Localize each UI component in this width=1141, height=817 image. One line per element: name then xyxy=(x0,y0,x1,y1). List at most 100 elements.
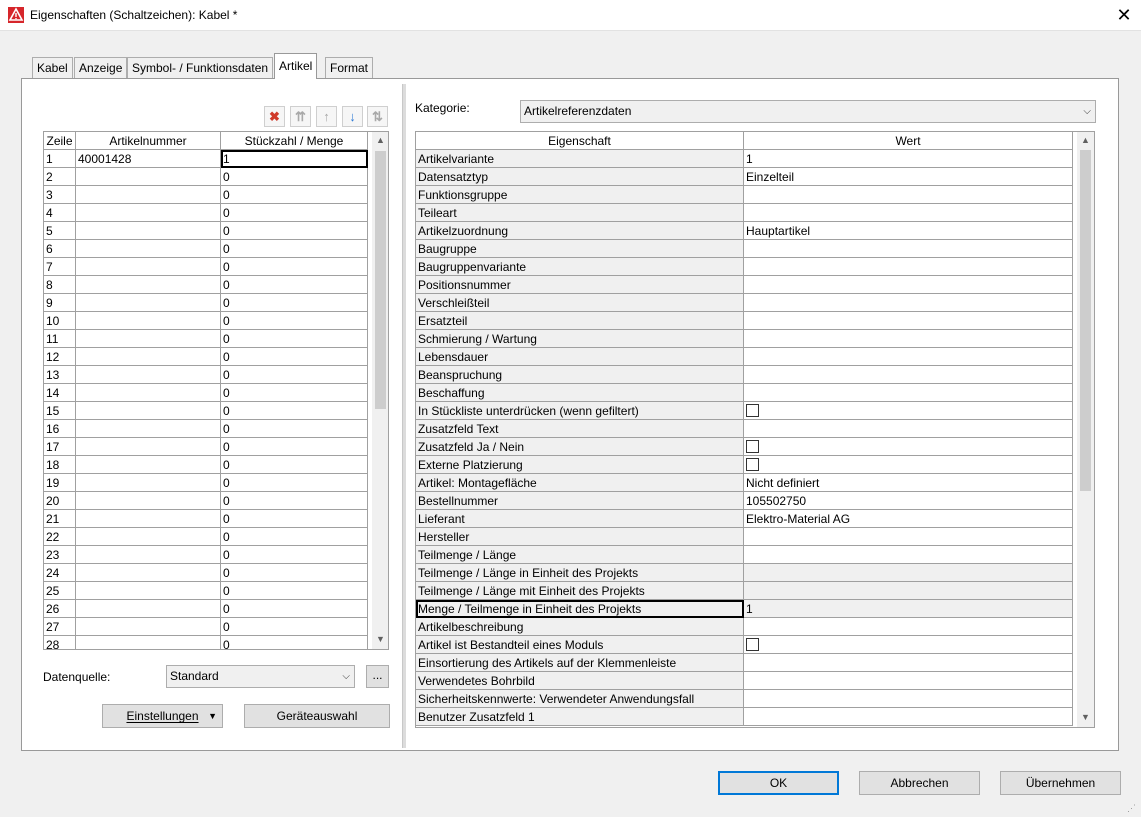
tab-anzeige[interactable]: Anzeige xyxy=(74,57,128,78)
apply-button[interactable]: Übernehmen xyxy=(1000,771,1121,795)
move-down-icon[interactable]: ↓ xyxy=(342,106,363,127)
article-number-cell[interactable] xyxy=(75,617,221,636)
property-row[interactable]: Verwendetes Bohrbild xyxy=(416,671,1073,690)
quantity-cell[interactable]: 0 xyxy=(220,527,368,546)
swap-rows-icon[interactable]: ⇅ xyxy=(367,106,388,127)
property-grid-scrollbar[interactable]: ▲ ▼ xyxy=(1077,132,1094,727)
quantity-cell[interactable]: 0 xyxy=(220,581,368,600)
property-value-cell[interactable] xyxy=(743,563,1073,582)
table-row[interactable]: 70 xyxy=(44,257,368,276)
table-row[interactable]: 21 0 xyxy=(44,509,368,528)
checkbox[interactable] xyxy=(746,404,759,418)
property-value-cell[interactable] xyxy=(743,311,1073,330)
scrollbar-thumb[interactable] xyxy=(1080,150,1091,491)
column-header-eigenschaft[interactable]: Eigenschaft xyxy=(416,132,744,150)
property-value-cell[interactable] xyxy=(743,275,1073,294)
property-row[interactable]: Teileart xyxy=(416,203,1073,222)
table-row[interactable]: 11 0 xyxy=(44,329,368,348)
column-header-artikelnummer[interactable]: Artikelnummer xyxy=(75,132,221,150)
property-row[interactable]: Artikel ist Bestandteil eines Moduls xyxy=(416,635,1073,654)
quantity-cell[interactable]: 0 xyxy=(220,419,368,438)
scroll-down-icon[interactable]: ▼ xyxy=(372,631,388,648)
article-number-cell[interactable] xyxy=(75,311,221,330)
property-row[interactable]: Benutzer Zusatzfeld 1 xyxy=(416,707,1073,726)
table-row[interactable]: 15 0 xyxy=(44,401,368,420)
device-selection-button[interactable]: Geräteauswahl xyxy=(244,704,390,728)
property-row[interactable]: Datensatztyp Einzelteil xyxy=(416,167,1073,186)
property-row[interactable]: Lebensdauer xyxy=(416,347,1073,366)
table-row[interactable]: 19 0 xyxy=(44,473,368,492)
property-row[interactable]: Beanspruchung xyxy=(416,365,1073,384)
datasource-select[interactable]: Standard ⌵ xyxy=(166,665,355,688)
property-row[interactable]: Hersteller xyxy=(416,527,1073,546)
quantity-cell[interactable]: 0 xyxy=(220,203,368,222)
checkbox[interactable] xyxy=(746,440,759,454)
datasource-browse-button[interactable]: ... xyxy=(366,665,389,688)
article-number-cell[interactable] xyxy=(75,437,221,456)
quantity-cell[interactable]: 0 xyxy=(220,545,368,564)
property-value-cell[interactable]: 1 xyxy=(743,599,1073,618)
tab-artikel[interactable]: Artikel xyxy=(274,53,318,79)
table-row[interactable]: 27 0 xyxy=(44,617,368,636)
property-value-cell[interactable] xyxy=(743,527,1073,546)
property-value-cell[interactable] xyxy=(743,455,1073,474)
quantity-cell[interactable]: 0 xyxy=(220,365,368,384)
quantity-cell[interactable]: 0 xyxy=(220,509,368,528)
checkbox[interactable] xyxy=(746,458,759,472)
property-row[interactable]: Teilmenge / Länge mit Einheit des Projek… xyxy=(416,581,1073,600)
scroll-up-icon[interactable]: ▲ xyxy=(372,132,388,149)
property-value-cell[interactable] xyxy=(743,293,1073,312)
table-row[interactable]: 13 0 xyxy=(44,365,368,384)
quantity-cell[interactable]: 0 xyxy=(220,563,368,582)
article-number-cell[interactable] xyxy=(75,491,221,510)
property-row[interactable]: Zusatzfeld Ja / Nein xyxy=(416,437,1073,456)
property-row[interactable]: Beschaffung xyxy=(416,383,1073,402)
property-value-cell[interactable] xyxy=(743,419,1073,438)
article-number-cell[interactable] xyxy=(75,599,221,618)
article-number-cell[interactable] xyxy=(75,365,221,384)
table-row[interactable]: 23 0 xyxy=(44,545,368,564)
article-number-cell[interactable] xyxy=(75,347,221,366)
quantity-cell[interactable]: 0 xyxy=(220,275,368,294)
article-number-cell[interactable] xyxy=(75,509,221,528)
table-row[interactable]: 90 xyxy=(44,293,368,312)
property-value-cell[interactable]: Nicht definiert xyxy=(743,473,1073,492)
article-number-cell[interactable] xyxy=(75,527,221,546)
quantity-cell[interactable]: 0 xyxy=(220,293,368,312)
tab-format[interactable]: Format xyxy=(325,57,374,78)
article-number-cell[interactable] xyxy=(75,563,221,582)
property-value-cell[interactable]: Hauptartikel xyxy=(743,221,1073,240)
property-value-cell[interactable] xyxy=(743,203,1073,222)
property-value-cell[interactable] xyxy=(743,365,1073,384)
quantity-cell[interactable]: 0 xyxy=(220,617,368,636)
article-number-cell[interactable] xyxy=(75,581,221,600)
property-value-cell[interactable] xyxy=(743,545,1073,564)
property-value-cell[interactable] xyxy=(743,401,1073,420)
quantity-cell[interactable]: 0 xyxy=(220,455,368,474)
article-number-cell[interactable] xyxy=(75,239,221,258)
property-value-cell[interactable] xyxy=(743,707,1073,726)
article-number-cell[interactable] xyxy=(75,257,221,276)
quantity-cell[interactable]: 0 xyxy=(220,383,368,402)
table-row[interactable]: 40 xyxy=(44,203,368,222)
property-row[interactable]: Menge / Teilmenge in Einheit des Projekt… xyxy=(416,599,1073,618)
close-icon[interactable]: ✕ xyxy=(1112,3,1136,27)
article-grid-scrollbar[interactable]: ▲ ▼ xyxy=(372,132,388,649)
scrollbar-thumb[interactable] xyxy=(375,151,386,409)
table-row[interactable]: 28 0 xyxy=(44,635,368,649)
table-row[interactable]: 18 0 xyxy=(44,455,368,474)
quantity-cell[interactable]: 0 xyxy=(220,167,368,186)
article-number-cell[interactable] xyxy=(75,635,221,649)
property-value-cell[interactable] xyxy=(743,581,1073,600)
property-value-cell[interactable]: 1 xyxy=(743,149,1073,168)
table-row[interactable]: 30 xyxy=(44,185,368,204)
property-value-cell[interactable] xyxy=(743,347,1073,366)
article-number-cell[interactable]: 40001428 xyxy=(75,149,221,168)
property-value-cell[interactable] xyxy=(743,185,1073,204)
property-value-cell[interactable] xyxy=(743,653,1073,672)
scroll-down-icon[interactable]: ▼ xyxy=(1077,709,1094,726)
category-select[interactable]: Artikelreferenzdaten ⌵ xyxy=(520,100,1096,123)
property-value-cell[interactable] xyxy=(743,257,1073,276)
article-number-cell[interactable] xyxy=(75,329,221,348)
property-row[interactable]: Teilmenge / Länge xyxy=(416,545,1073,564)
